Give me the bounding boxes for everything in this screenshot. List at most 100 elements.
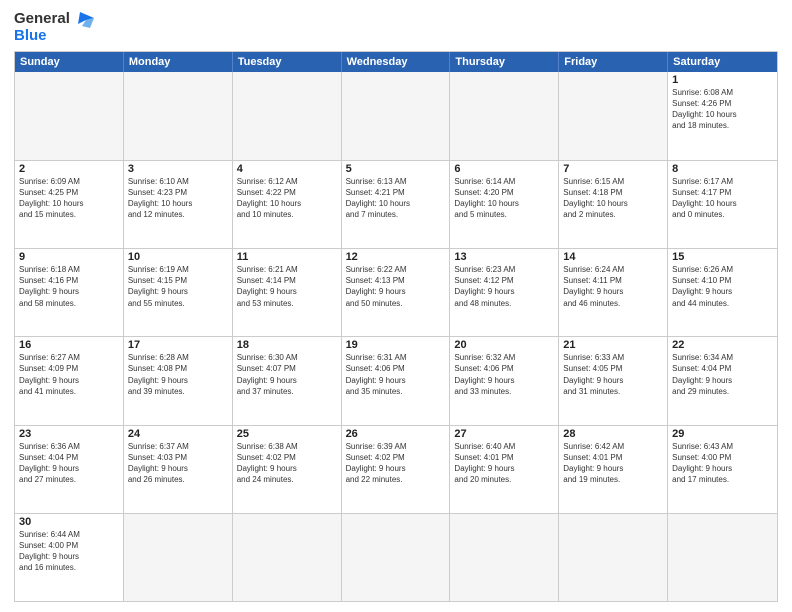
day-info: Sunrise: 6:13 AM Sunset: 4:21 PM Dayligh… <box>346 176 446 221</box>
calendar-day-22: 22Sunrise: 6:34 AM Sunset: 4:04 PM Dayli… <box>668 337 777 424</box>
day-number: 11 <box>237 251 337 263</box>
day-info: Sunrise: 6:27 AM Sunset: 4:09 PM Dayligh… <box>19 352 119 397</box>
page: General Blue SundayMondayTuesdayWednesda… <box>0 0 792 612</box>
day-info: Sunrise: 6:12 AM Sunset: 4:22 PM Dayligh… <box>237 176 337 221</box>
calendar-day-5: 5Sunrise: 6:13 AM Sunset: 4:21 PM Daylig… <box>342 161 451 248</box>
calendar-day-empty-5-4 <box>450 514 559 601</box>
day-info: Sunrise: 6:39 AM Sunset: 4:02 PM Dayligh… <box>346 441 446 486</box>
calendar-day-empty-0-2 <box>233 72 342 160</box>
calendar-day-8: 8Sunrise: 6:17 AM Sunset: 4:17 PM Daylig… <box>668 161 777 248</box>
calendar-day-29: 29Sunrise: 6:43 AM Sunset: 4:00 PM Dayli… <box>668 426 777 513</box>
day-info: Sunrise: 6:38 AM Sunset: 4:02 PM Dayligh… <box>237 441 337 486</box>
weekday-header-monday: Monday <box>124 52 233 72</box>
day-info: Sunrise: 6:14 AM Sunset: 4:20 PM Dayligh… <box>454 176 554 221</box>
calendar-row-2: 9Sunrise: 6:18 AM Sunset: 4:16 PM Daylig… <box>15 248 777 336</box>
day-info: Sunrise: 6:28 AM Sunset: 4:08 PM Dayligh… <box>128 352 228 397</box>
day-info: Sunrise: 6:17 AM Sunset: 4:17 PM Dayligh… <box>672 176 773 221</box>
calendar-day-4: 4Sunrise: 6:12 AM Sunset: 4:22 PM Daylig… <box>233 161 342 248</box>
calendar-day-empty-5-3 <box>342 514 451 601</box>
day-number: 23 <box>19 428 119 440</box>
calendar: SundayMondayTuesdayWednesdayThursdayFrid… <box>14 51 778 603</box>
calendar-day-empty-0-1 <box>124 72 233 160</box>
calendar-day-28: 28Sunrise: 6:42 AM Sunset: 4:01 PM Dayli… <box>559 426 668 513</box>
day-number: 6 <box>454 163 554 175</box>
calendar-day-1: 1Sunrise: 6:08 AM Sunset: 4:26 PM Daylig… <box>668 72 777 160</box>
day-info: Sunrise: 6:36 AM Sunset: 4:04 PM Dayligh… <box>19 441 119 486</box>
day-number: 5 <box>346 163 446 175</box>
calendar-day-16: 16Sunrise: 6:27 AM Sunset: 4:09 PM Dayli… <box>15 337 124 424</box>
calendar-day-27: 27Sunrise: 6:40 AM Sunset: 4:01 PM Dayli… <box>450 426 559 513</box>
calendar-day-20: 20Sunrise: 6:32 AM Sunset: 4:06 PM Dayli… <box>450 337 559 424</box>
weekday-header-wednesday: Wednesday <box>342 52 451 72</box>
day-info: Sunrise: 6:40 AM Sunset: 4:01 PM Dayligh… <box>454 441 554 486</box>
weekday-header-sunday: Sunday <box>15 52 124 72</box>
calendar-day-empty-0-4 <box>450 72 559 160</box>
logo-general-text: General <box>14 11 70 28</box>
day-info: Sunrise: 6:22 AM Sunset: 4:13 PM Dayligh… <box>346 264 446 309</box>
calendar-row-4: 23Sunrise: 6:36 AM Sunset: 4:04 PM Dayli… <box>15 425 777 513</box>
day-info: Sunrise: 6:34 AM Sunset: 4:04 PM Dayligh… <box>672 352 773 397</box>
day-info: Sunrise: 6:42 AM Sunset: 4:01 PM Dayligh… <box>563 441 663 486</box>
weekday-header-friday: Friday <box>559 52 668 72</box>
calendar-day-9: 9Sunrise: 6:18 AM Sunset: 4:16 PM Daylig… <box>15 249 124 336</box>
calendar-day-17: 17Sunrise: 6:28 AM Sunset: 4:08 PM Dayli… <box>124 337 233 424</box>
calendar-day-empty-5-5 <box>559 514 668 601</box>
calendar-day-12: 12Sunrise: 6:22 AM Sunset: 4:13 PM Dayli… <box>342 249 451 336</box>
day-info: Sunrise: 6:09 AM Sunset: 4:25 PM Dayligh… <box>19 176 119 221</box>
day-info: Sunrise: 6:33 AM Sunset: 4:05 PM Dayligh… <box>563 352 663 397</box>
day-info: Sunrise: 6:08 AM Sunset: 4:26 PM Dayligh… <box>672 87 773 132</box>
day-number: 20 <box>454 339 554 351</box>
day-number: 17 <box>128 339 228 351</box>
day-number: 2 <box>19 163 119 175</box>
calendar-day-10: 10Sunrise: 6:19 AM Sunset: 4:15 PM Dayli… <box>124 249 233 336</box>
calendar-header: SundayMondayTuesdayWednesdayThursdayFrid… <box>15 52 777 72</box>
day-info: Sunrise: 6:32 AM Sunset: 4:06 PM Dayligh… <box>454 352 554 397</box>
day-info: Sunrise: 6:43 AM Sunset: 4:00 PM Dayligh… <box>672 441 773 486</box>
day-number: 22 <box>672 339 773 351</box>
calendar-day-empty-0-5 <box>559 72 668 160</box>
calendar-day-15: 15Sunrise: 6:26 AM Sunset: 4:10 PM Dayli… <box>668 249 777 336</box>
day-number: 26 <box>346 428 446 440</box>
day-info: Sunrise: 6:44 AM Sunset: 4:00 PM Dayligh… <box>19 529 119 574</box>
calendar-day-19: 19Sunrise: 6:31 AM Sunset: 4:06 PM Dayli… <box>342 337 451 424</box>
calendar-day-3: 3Sunrise: 6:10 AM Sunset: 4:23 PM Daylig… <box>124 161 233 248</box>
day-info: Sunrise: 6:30 AM Sunset: 4:07 PM Dayligh… <box>237 352 337 397</box>
calendar-row-5: 30Sunrise: 6:44 AM Sunset: 4:00 PM Dayli… <box>15 513 777 601</box>
calendar-body: 1Sunrise: 6:08 AM Sunset: 4:26 PM Daylig… <box>15 72 777 602</box>
calendar-day-7: 7Sunrise: 6:15 AM Sunset: 4:18 PM Daylig… <box>559 161 668 248</box>
day-info: Sunrise: 6:37 AM Sunset: 4:03 PM Dayligh… <box>128 441 228 486</box>
day-number: 10 <box>128 251 228 263</box>
day-number: 27 <box>454 428 554 440</box>
weekday-header-saturday: Saturday <box>668 52 777 72</box>
day-number: 30 <box>19 516 119 528</box>
day-number: 3 <box>128 163 228 175</box>
day-info: Sunrise: 6:18 AM Sunset: 4:16 PM Dayligh… <box>19 264 119 309</box>
day-number: 12 <box>346 251 446 263</box>
day-info: Sunrise: 6:19 AM Sunset: 4:15 PM Dayligh… <box>128 264 228 309</box>
calendar-day-11: 11Sunrise: 6:21 AM Sunset: 4:14 PM Dayli… <box>233 249 342 336</box>
logo: General Blue <box>14 10 94 45</box>
calendar-day-23: 23Sunrise: 6:36 AM Sunset: 4:04 PM Dayli… <box>15 426 124 513</box>
calendar-row-1: 2Sunrise: 6:09 AM Sunset: 4:25 PM Daylig… <box>15 160 777 248</box>
header: General Blue <box>14 10 778 45</box>
day-number: 1 <box>672 74 773 86</box>
calendar-day-13: 13Sunrise: 6:23 AM Sunset: 4:12 PM Dayli… <box>450 249 559 336</box>
day-number: 18 <box>237 339 337 351</box>
calendar-row-3: 16Sunrise: 6:27 AM Sunset: 4:09 PM Dayli… <box>15 336 777 424</box>
calendar-day-2: 2Sunrise: 6:09 AM Sunset: 4:25 PM Daylig… <box>15 161 124 248</box>
day-number: 28 <box>563 428 663 440</box>
logo-bird-icon <box>72 10 94 28</box>
calendar-day-25: 25Sunrise: 6:38 AM Sunset: 4:02 PM Dayli… <box>233 426 342 513</box>
day-info: Sunrise: 6:23 AM Sunset: 4:12 PM Dayligh… <box>454 264 554 309</box>
day-number: 16 <box>19 339 119 351</box>
day-number: 24 <box>128 428 228 440</box>
weekday-header-tuesday: Tuesday <box>233 52 342 72</box>
day-number: 4 <box>237 163 337 175</box>
calendar-day-empty-5-1 <box>124 514 233 601</box>
calendar-day-empty-0-3 <box>342 72 451 160</box>
day-number: 13 <box>454 251 554 263</box>
calendar-day-21: 21Sunrise: 6:33 AM Sunset: 4:05 PM Dayli… <box>559 337 668 424</box>
day-number: 15 <box>672 251 773 263</box>
day-info: Sunrise: 6:21 AM Sunset: 4:14 PM Dayligh… <box>237 264 337 309</box>
day-number: 14 <box>563 251 663 263</box>
